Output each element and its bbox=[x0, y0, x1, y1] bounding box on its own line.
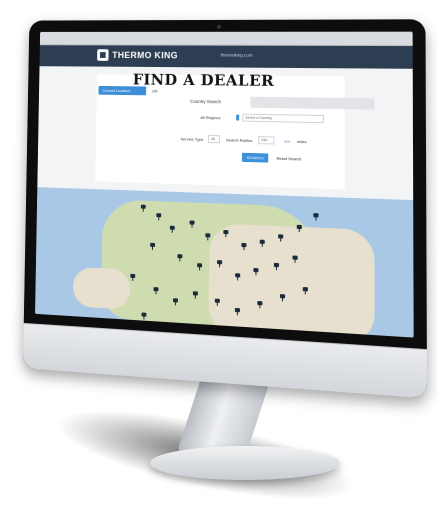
dealer-marker-icon[interactable] bbox=[235, 273, 240, 280]
country-select[interactable]: Select a Country bbox=[242, 113, 324, 124]
or-label: OR bbox=[151, 88, 158, 94]
dealer-marker-icon[interactable] bbox=[205, 233, 210, 240]
dealer-marker-icon[interactable] bbox=[193, 291, 198, 298]
search-radius-input[interactable]: 250 bbox=[258, 136, 275, 145]
dealer-marker-icon[interactable] bbox=[313, 213, 318, 220]
dealer-marker-icon[interactable] bbox=[260, 240, 265, 247]
dealer-marker-icon[interactable] bbox=[215, 299, 220, 306]
unit-km-toggle[interactable]: km bbox=[285, 138, 291, 146]
dealer-marker-icon[interactable] bbox=[292, 255, 297, 262]
regions-label: All Regions bbox=[200, 114, 221, 121]
header-link[interactable]: thermoking.com bbox=[221, 53, 253, 58]
dealer-map[interactable] bbox=[35, 187, 414, 338]
unit-miles-toggle[interactable]: miles bbox=[297, 138, 307, 146]
browser-bar bbox=[39, 31, 413, 47]
dealer-marker-icon[interactable] bbox=[223, 230, 228, 237]
dealer-marker-icon[interactable] bbox=[278, 234, 283, 241]
site-header: THERMO KING thermoking.com bbox=[39, 45, 413, 69]
service-type-select[interactable]: All bbox=[208, 134, 221, 144]
logo[interactable]: THERMO KING bbox=[97, 49, 178, 61]
dealer-marker-icon[interactable] bbox=[297, 225, 302, 232]
dealer-marker-icon[interactable] bbox=[235, 308, 240, 315]
dealer-marker-icon[interactable] bbox=[156, 213, 161, 220]
scene: THERMO KING thermoking.com FIND A DEALER… bbox=[0, 0, 437, 512]
thermo-king-logo-icon bbox=[97, 49, 109, 61]
dealer-marker-icon[interactable] bbox=[257, 301, 262, 308]
dealer-marker-icon[interactable] bbox=[173, 298, 178, 305]
logo-text: THERMO KING bbox=[112, 50, 178, 61]
current-location-button[interactable]: Current Location bbox=[98, 85, 147, 96]
dealer-marker-icon[interactable] bbox=[274, 263, 279, 270]
dealer-marker-icon[interactable] bbox=[197, 263, 202, 270]
screen: THERMO KING thermoking.com FIND A DEALER… bbox=[35, 31, 414, 338]
dealer-markers bbox=[35, 187, 414, 337]
page-title: FIND A DEALER bbox=[132, 70, 275, 90]
service-type-label: Service Type bbox=[180, 136, 204, 142]
dealer-marker-icon[interactable] bbox=[177, 254, 182, 261]
dealer-marker-icon[interactable] bbox=[141, 205, 146, 212]
search-radius-label: Search Radius bbox=[226, 137, 253, 143]
camera-icon bbox=[216, 24, 221, 29]
dealer-marker-icon[interactable] bbox=[241, 243, 246, 250]
dealer-marker-icon[interactable] bbox=[153, 287, 158, 294]
dealer-marker-icon[interactable] bbox=[303, 287, 308, 295]
dealer-marker-icon[interactable] bbox=[150, 243, 155, 250]
location-icon bbox=[236, 114, 240, 121]
tab-other[interactable] bbox=[291, 97, 353, 109]
monitor-stand-base bbox=[150, 446, 340, 480]
tab-country-search[interactable]: Country Search bbox=[161, 95, 251, 108]
dealer-marker-icon[interactable] bbox=[205, 324, 210, 331]
dealer-marker-icon[interactable] bbox=[190, 220, 195, 227]
dealer-marker-icon[interactable] bbox=[170, 226, 175, 233]
current-location-label: Current Location bbox=[102, 87, 131, 94]
search-button[interactable]: SEARCH bbox=[241, 152, 269, 163]
dealer-marker-icon[interactable] bbox=[280, 294, 285, 302]
monitor: THERMO KING thermoking.com FIND A DEALER… bbox=[22, 19, 428, 399]
dealer-marker-icon[interactable] bbox=[165, 324, 170, 331]
reset-search-link[interactable]: Reset Search bbox=[276, 156, 301, 162]
dealer-marker-icon[interactable] bbox=[253, 268, 258, 275]
dealer-marker-icon[interactable] bbox=[217, 260, 222, 267]
dealer-marker-icon[interactable] bbox=[130, 274, 135, 281]
dealer-marker-icon[interactable] bbox=[141, 312, 146, 319]
